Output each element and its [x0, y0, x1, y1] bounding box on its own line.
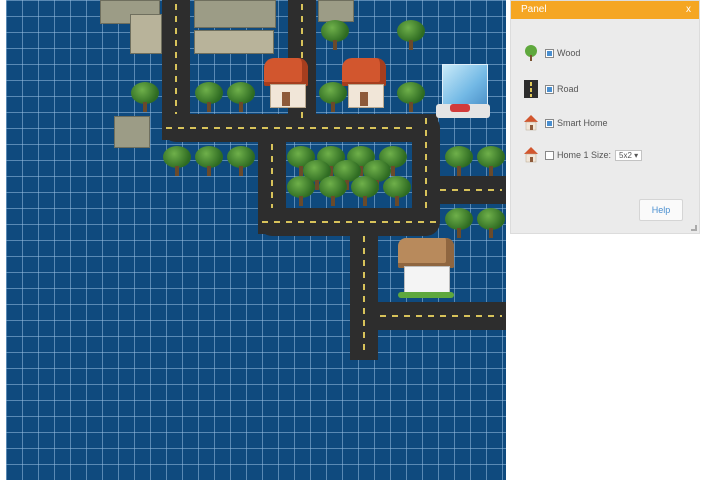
smart-home-house[interactable] [264, 58, 308, 108]
tree-icon[interactable] [476, 208, 506, 240]
tree-icon[interactable] [350, 176, 380, 208]
size-select-value: 5x2 [619, 150, 632, 160]
panel-item-smart-home[interactable]: Smart Home [521, 111, 608, 135]
panel-header: Panel x [511, 1, 699, 19]
wood-label: Wood [557, 48, 581, 58]
tree-icon[interactable] [318, 176, 348, 208]
tree-icon [521, 43, 541, 63]
city-map-canvas[interactable] [6, 0, 506, 480]
road-segment[interactable] [376, 302, 506, 330]
tree-icon[interactable] [396, 20, 426, 52]
tree-icon[interactable] [320, 20, 350, 52]
home-1-house[interactable] [398, 238, 454, 300]
resize-handle[interactable] [691, 225, 697, 231]
tree-icon[interactable] [194, 82, 224, 114]
house-icon [521, 113, 541, 133]
road-icon [521, 79, 541, 99]
home-1-label: Home 1 Size: [557, 150, 612, 160]
panel-item-wood[interactable]: Wood [521, 41, 580, 65]
wood-checkbox[interactable] [545, 48, 554, 58]
tree-icon[interactable] [194, 146, 224, 178]
close-icon[interactable]: x [686, 1, 691, 19]
panel-item-home-1[interactable]: Home 1 Size: 5x2 ▾ [521, 143, 643, 167]
road-checkbox[interactable] [545, 84, 554, 94]
tree-icon[interactable] [382, 176, 412, 208]
glass-office-building[interactable] [436, 64, 490, 120]
tool-panel: Panel x Wood Road Smart Home Home 1 Size… [510, 0, 700, 234]
smart-home-label: Smart Home [557, 118, 608, 128]
panel-title: Panel [521, 4, 547, 15]
chevron-down-icon: ▾ [634, 150, 639, 160]
help-button[interactable]: Help [639, 199, 683, 221]
road-label: Road [557, 84, 579, 94]
road-segment[interactable] [258, 208, 440, 236]
tree-icon[interactable] [226, 82, 256, 114]
road-segment[interactable] [436, 176, 506, 204]
house-icon [521, 145, 541, 165]
tree-icon[interactable] [396, 82, 426, 114]
smart-home-house[interactable] [342, 58, 386, 108]
panel-item-road[interactable]: Road [521, 77, 579, 101]
building-lot [194, 30, 274, 54]
smart-home-checkbox[interactable] [545, 118, 554, 128]
tree-icon[interactable] [226, 146, 256, 178]
tree-icon[interactable] [286, 176, 316, 208]
tree-icon[interactable] [444, 208, 474, 240]
size-select[interactable]: 5x2 ▾ [615, 149, 643, 161]
building-lot [194, 0, 276, 28]
home-1-checkbox[interactable] [545, 150, 554, 160]
tree-icon[interactable] [130, 82, 160, 114]
building-lot [114, 116, 150, 148]
building-lot [318, 0, 354, 22]
building-lot [130, 14, 162, 54]
tree-icon[interactable] [444, 146, 474, 178]
road-segment[interactable] [350, 232, 378, 360]
tree-icon[interactable] [162, 146, 192, 178]
tree-icon[interactable] [476, 146, 506, 178]
